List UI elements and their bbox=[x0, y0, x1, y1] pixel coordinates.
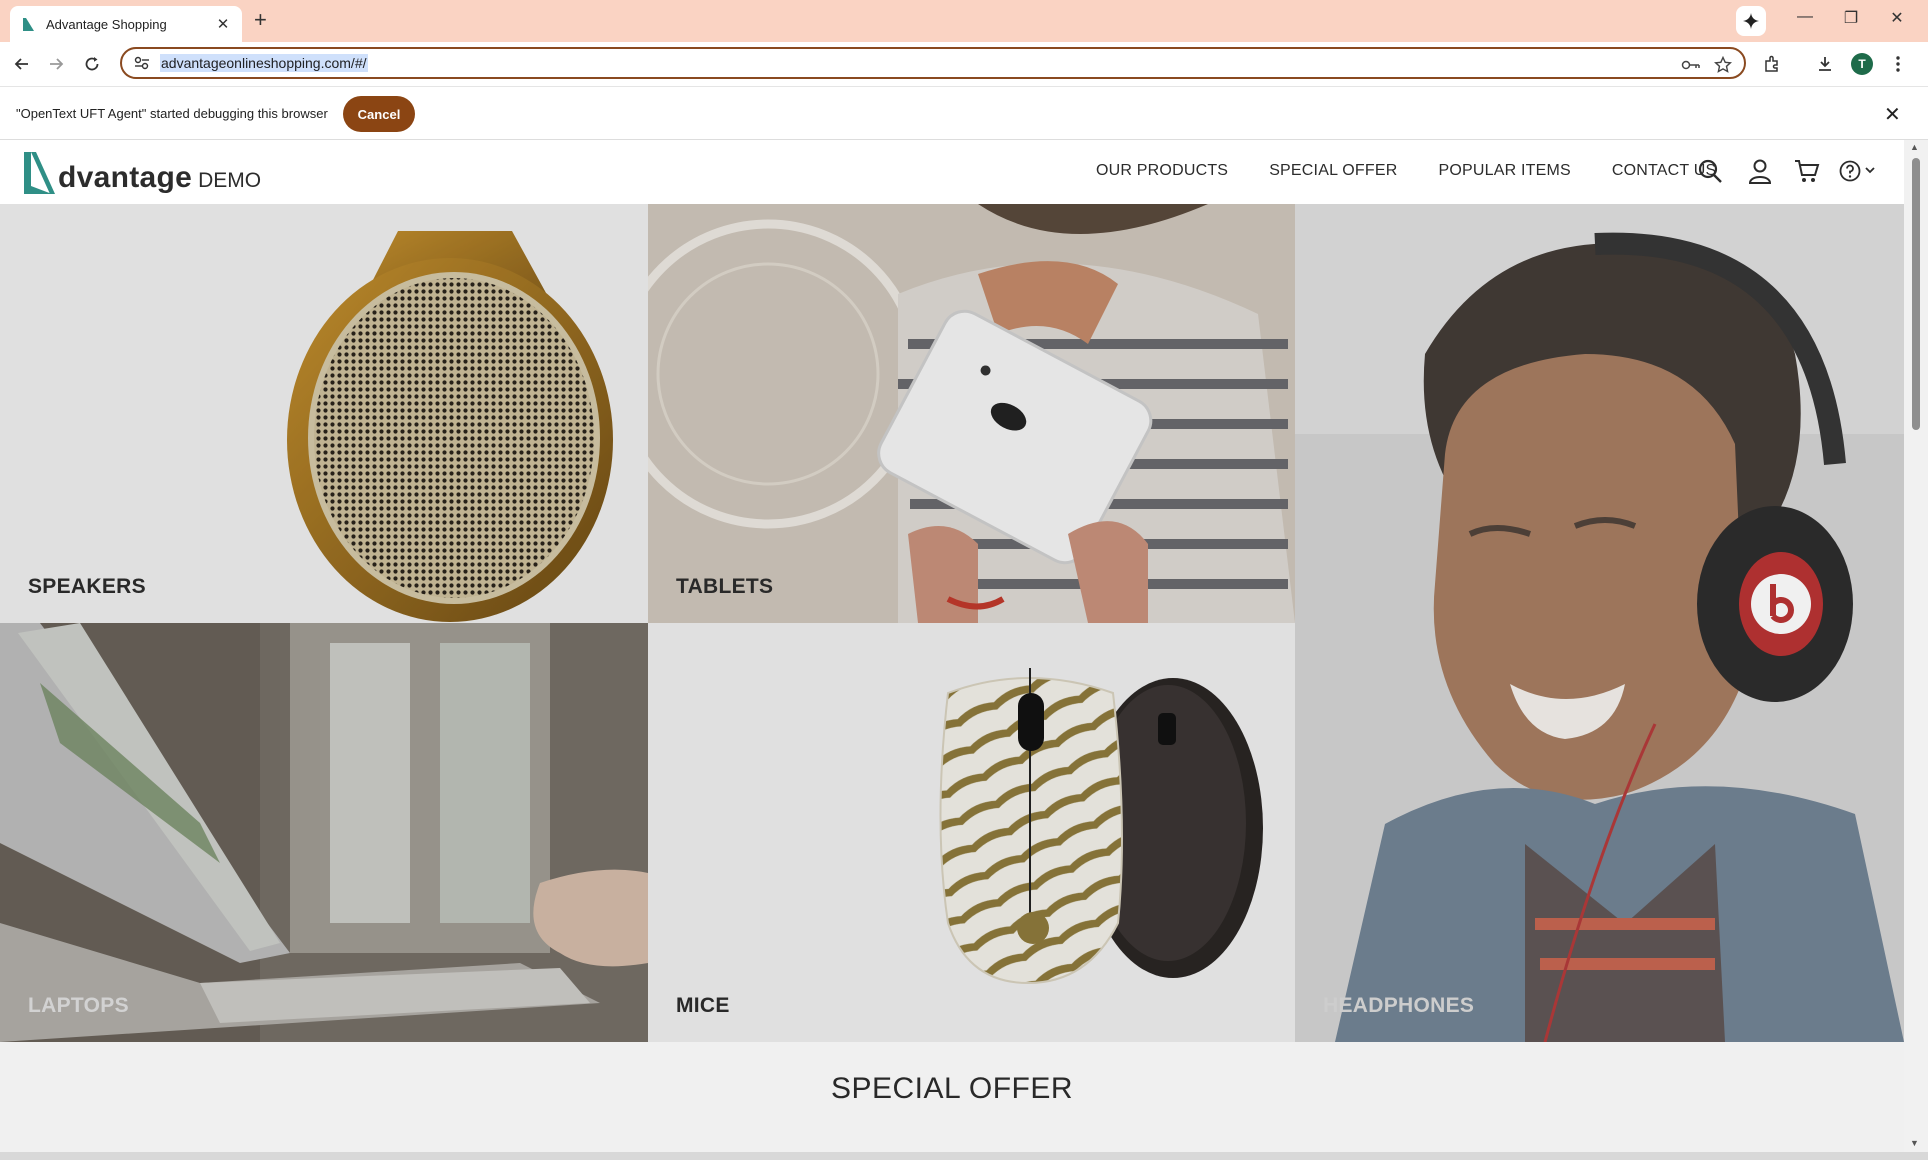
restore-icon[interactable]: ❐ bbox=[1836, 8, 1866, 28]
speaker-image bbox=[287, 231, 613, 622]
profile-initial: T bbox=[1851, 53, 1873, 75]
nav-popular-items[interactable]: POPULAR ITEMS bbox=[1438, 162, 1570, 180]
infobar-cancel-button[interactable]: Cancel bbox=[343, 96, 415, 132]
cart-icon[interactable] bbox=[1792, 156, 1822, 186]
scroll-thumb[interactable] bbox=[1912, 158, 1920, 430]
category-laptops[interactable]: LAPTOPS bbox=[0, 623, 648, 1042]
page-scrollbar[interactable]: ▲ ▼ bbox=[1904, 140, 1928, 1152]
category-label-headphones: HEADPHONES bbox=[1323, 994, 1475, 1017]
site-logo[interactable]: dvantage DEMO bbox=[22, 148, 261, 196]
advantage-logo-icon bbox=[24, 152, 55, 194]
category-label-mice: MICE bbox=[676, 994, 730, 1017]
window-close-icon[interactable]: ✕ bbox=[1882, 8, 1912, 28]
scroll-down-icon[interactable]: ▼ bbox=[1910, 1138, 1919, 1148]
tablet-image bbox=[648, 204, 1295, 623]
page-viewport: dvantage DEMO OUR PRODUCTS SPECIAL OFFER… bbox=[0, 140, 1904, 1152]
address-url[interactable]: advantageonlineshopping.com/#/ bbox=[160, 54, 368, 72]
extensions-icon[interactable] bbox=[1760, 52, 1784, 76]
user-icon[interactable] bbox=[1745, 156, 1775, 186]
gemini-icon[interactable] bbox=[1736, 6, 1766, 36]
tab-close-icon[interactable]: ✕ bbox=[214, 15, 232, 33]
nav-our-products[interactable]: OUR PRODUCTS bbox=[1096, 162, 1228, 180]
back-icon[interactable] bbox=[10, 52, 34, 76]
mice-image bbox=[939, 668, 1263, 985]
category-label-tablets: TABLETS bbox=[676, 575, 774, 598]
logo-suffix: DEMO bbox=[198, 169, 262, 192]
browser-tab-strip: Advantage Shopping ✕ + — ❐ ✕ bbox=[0, 0, 1928, 42]
help-dropdown[interactable] bbox=[1838, 156, 1882, 186]
headphones-image bbox=[1295, 204, 1904, 1042]
category-mice[interactable]: MICE bbox=[648, 623, 1295, 1042]
debugging-infobar: "OpenText UFT Agent" started debugging t… bbox=[0, 86, 1928, 140]
tab-title: Advantage Shopping bbox=[46, 16, 167, 32]
site-info-icon[interactable] bbox=[134, 56, 152, 70]
bottom-edge bbox=[0, 1152, 1928, 1160]
download-icon[interactable] bbox=[1813, 52, 1837, 76]
nav-special-offer[interactable]: SPECIAL OFFER bbox=[1269, 162, 1397, 180]
scroll-up-icon[interactable]: ▲ bbox=[1910, 142, 1919, 152]
advantage-favicon-icon bbox=[23, 18, 34, 31]
new-tab-icon[interactable]: + bbox=[254, 9, 267, 31]
category-speakers[interactable]: SPEAKERS bbox=[0, 204, 648, 623]
browser-menu-icon[interactable] bbox=[1886, 52, 1910, 76]
category-headphones[interactable]: HEADPHONES bbox=[1295, 204, 1904, 1042]
infobar-close-icon[interactable]: ✕ bbox=[1884, 102, 1901, 127]
reload-icon[interactable] bbox=[80, 52, 104, 76]
forward-icon[interactable] bbox=[44, 52, 68, 76]
password-key-icon[interactable] bbox=[1680, 55, 1702, 75]
category-tablets[interactable]: TABLETS bbox=[648, 204, 1295, 623]
logo-text: dvantage bbox=[58, 161, 193, 194]
special-offer-heading: SPECIAL OFFER bbox=[830, 1072, 1074, 1105]
category-label-laptops: LAPTOPS bbox=[28, 994, 129, 1017]
bookmark-star-icon[interactable] bbox=[1712, 55, 1734, 75]
profile-avatar[interactable]: T bbox=[1850, 52, 1874, 76]
category-label-speakers: SPEAKERS bbox=[28, 575, 146, 598]
laptop-image bbox=[0, 623, 648, 1042]
infobar-message: "OpenText UFT Agent" started debugging t… bbox=[16, 106, 328, 121]
address-bar[interactable]: advantageonlineshopping.com/#/ bbox=[120, 47, 1746, 79]
minimize-icon[interactable]: — bbox=[1790, 8, 1820, 26]
site-header: dvantage DEMO OUR PRODUCTS SPECIAL OFFER… bbox=[0, 140, 1904, 204]
search-icon[interactable] bbox=[1695, 156, 1725, 186]
main-nav: OUR PRODUCTS SPECIAL OFFER POPULAR ITEMS… bbox=[1096, 162, 1716, 180]
browser-tab[interactable]: Advantage Shopping ✕ bbox=[10, 6, 242, 42]
browser-toolbar: advantageonlineshopping.com/#/ T bbox=[0, 42, 1928, 86]
